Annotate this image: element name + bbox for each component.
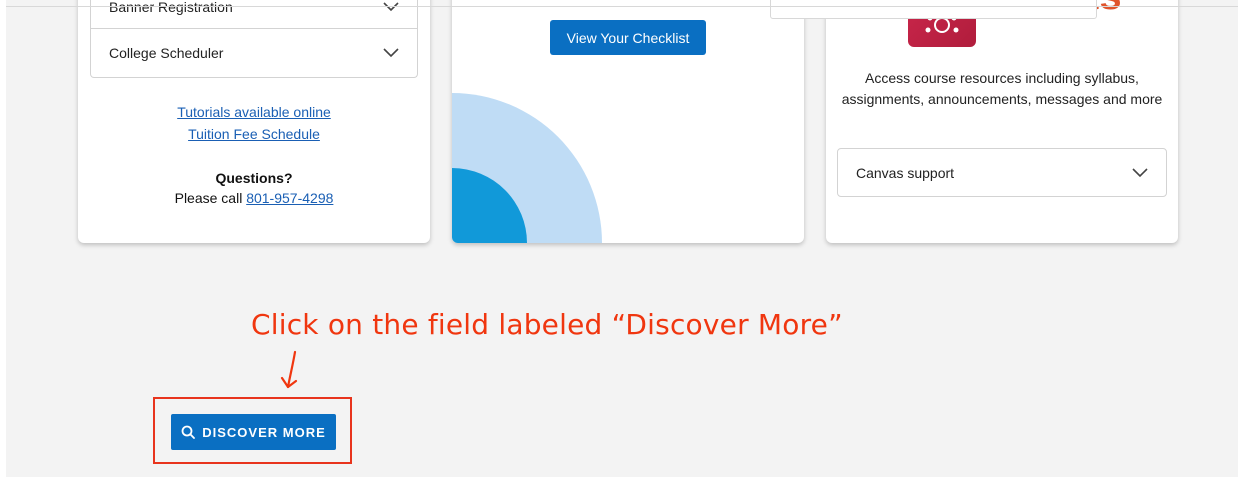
- window-edge: [1238, 0, 1254, 477]
- accordion-banner-registration[interactable]: Banner Registration: [90, 0, 418, 29]
- tuition-fee-link[interactable]: Tuition Fee Schedule: [78, 126, 430, 142]
- tutorials-link[interactable]: Tutorials available online: [78, 104, 430, 120]
- phone-link[interactable]: 801-957-4298: [246, 190, 333, 206]
- chevron-down-icon: [383, 48, 399, 58]
- questions-heading: Questions?: [215, 170, 293, 186]
- accordion-college-scheduler[interactable]: College Scheduler: [90, 29, 418, 78]
- divider: [6, 6, 1238, 7]
- registration-card: Banner Registration College Scheduler Tu…: [78, 0, 430, 243]
- accordion-label: Banner Registration: [109, 0, 233, 15]
- pointer-arrow-icon: [280, 350, 298, 389]
- dropdown-popover: [770, 0, 1097, 19]
- search-icon: [181, 425, 196, 439]
- accordion-label: Canvas support: [856, 164, 955, 181]
- checklist-card: View Your Checklist: [452, 0, 804, 243]
- discover-more-label: DISCOVER MORE: [202, 424, 326, 440]
- accordion-canvas-support[interactable]: Canvas support: [837, 148, 1167, 197]
- call-line: Please call 801-957-4298: [78, 190, 430, 206]
- call-text: Please call: [174, 190, 243, 206]
- view-checklist-button[interactable]: View Your Checklist: [550, 20, 706, 55]
- canvas-description: Access course resources including syllab…: [841, 70, 1163, 107]
- instruction-text: Click on the field labeled “Discover Mor…: [251, 308, 843, 341]
- discover-more-button[interactable]: DISCOVER MORE: [171, 414, 336, 450]
- chevron-down-icon: [1132, 167, 1148, 177]
- canvas-card: canvas Access course resources including…: [826, 0, 1178, 243]
- accordion-label: College Scheduler: [109, 45, 224, 61]
- decorative-arcs: [452, 93, 602, 243]
